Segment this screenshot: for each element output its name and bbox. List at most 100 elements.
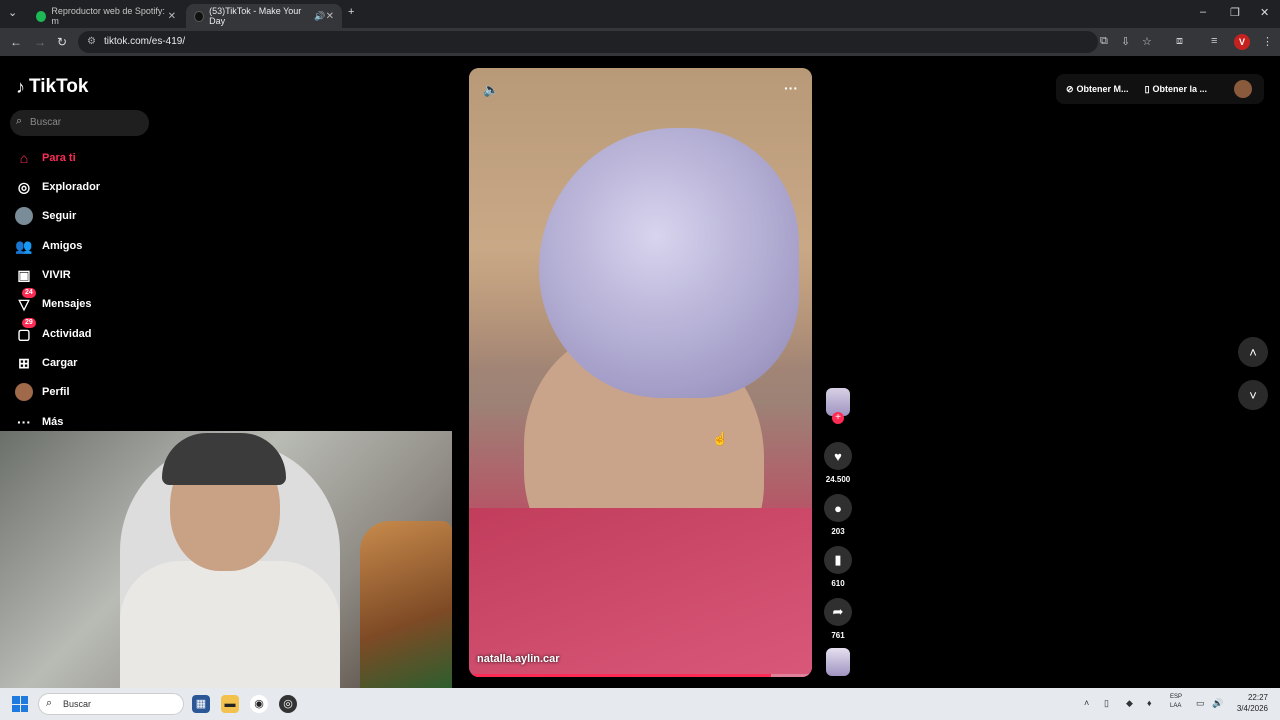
nav-label: Perfil bbox=[42, 386, 70, 398]
next-video-button[interactable]: ˅ bbox=[1238, 380, 1268, 410]
browser-tab-bar: ⌄ Reproductor web de Spotify: m ✕ (53)Ti… bbox=[0, 0, 1280, 28]
spotify-icon bbox=[36, 10, 47, 22]
share-button[interactable]: ➦ 761 bbox=[823, 598, 853, 640]
new-tab-icon[interactable]: + bbox=[348, 6, 354, 18]
coin-icon: ⊘ bbox=[1066, 83, 1074, 94]
search-icon: ⌕ bbox=[16, 115, 23, 127]
heart-icon: ♥ bbox=[824, 442, 852, 470]
volume-tray-icon[interactable]: 🔊 bbox=[1212, 698, 1223, 709]
nav-vivir[interactable]: ▣ VIVIR bbox=[14, 264, 71, 286]
os-taskbar: ⌕ Buscar ▦ ▬ ◉ ◎ ˄ ▯ ◆ ♦ ESP LAA ▭ 🔊 22:… bbox=[0, 688, 1280, 720]
window-close-icon[interactable]: ✕ bbox=[1260, 6, 1269, 19]
obs-icon[interactable]: ◎ bbox=[279, 695, 297, 713]
taskbar-search[interactable]: ⌕ Buscar bbox=[38, 693, 184, 715]
bookmark-star-icon[interactable]: ☆ bbox=[1142, 35, 1152, 48]
chrome-icon[interactable]: ◉ bbox=[250, 695, 268, 713]
messages-icon: ▽ 24 bbox=[14, 288, 36, 314]
activity-icon: ▢ 29 bbox=[14, 318, 36, 344]
network-icon[interactable]: ▭ bbox=[1196, 698, 1205, 709]
page-viewport: ♪ TikTok ⌕ Buscar ⌂ Para ti ◎ Explorador… bbox=[0, 56, 1280, 688]
following-avatar-icon bbox=[14, 206, 34, 226]
get-app-button[interactable]: ▯ Obtener la ... bbox=[1145, 84, 1207, 95]
translate-icon[interactable]: ⧉ bbox=[1100, 35, 1108, 48]
video-options-icon[interactable]: ··· bbox=[784, 80, 798, 96]
close-tab-icon[interactable]: ✕ bbox=[326, 11, 334, 22]
nav-explorador[interactable]: ◎ Explorador bbox=[14, 176, 100, 198]
reload-icon[interactable]: ↻ bbox=[57, 35, 67, 49]
tray-expand-icon[interactable]: ˄ bbox=[1084, 698, 1089, 708]
extensions-icon[interactable]: ⧈ bbox=[1176, 35, 1183, 48]
usb-icon[interactable]: ▯ bbox=[1104, 698, 1109, 709]
nav-mensajes[interactable]: ▽ 24 Mensajes bbox=[14, 288, 92, 315]
nav-label: Seguir bbox=[42, 210, 77, 222]
tab-label: Reproductor web de Spotify: m bbox=[51, 6, 165, 26]
comment-icon: ● bbox=[824, 494, 852, 522]
nav-perfil[interactable]: Perfil bbox=[14, 381, 70, 403]
bookmark-icon: ▮ bbox=[824, 546, 852, 574]
video-player[interactable]: 🔈 ··· natalla.aylin.car bbox=[469, 68, 812, 677]
forward-icon[interactable]: → bbox=[34, 35, 46, 49]
nav-mas[interactable]: ··· Más bbox=[14, 411, 63, 433]
volume-icon[interactable]: 🔈 bbox=[483, 82, 499, 98]
previous-video-button[interactable]: ˄ bbox=[1238, 337, 1268, 367]
search-placeholder: Buscar bbox=[30, 117, 62, 128]
omnibox[interactable]: ⚙ tiktok.com/es-419/ bbox=[78, 31, 1098, 53]
phone-icon: ▯ bbox=[1144, 83, 1150, 94]
tab-tiktok[interactable]: (53)TikTok - Make Your Day 🔊 ✕ bbox=[186, 4, 342, 28]
browser-menu-icon[interactable]: ⋮ bbox=[1262, 35, 1273, 48]
comment-button[interactable]: ● 203 bbox=[823, 494, 853, 536]
maximize-icon[interactable]: ❐ bbox=[1230, 6, 1240, 19]
save-count: 610 bbox=[831, 579, 845, 588]
user-avatar[interactable] bbox=[1234, 80, 1252, 98]
back-icon[interactable]: ← bbox=[10, 35, 22, 49]
nav-label: Más bbox=[42, 416, 64, 428]
nav-seguir[interactable]: Seguir bbox=[14, 205, 76, 227]
hand-cursor-icon: ☝ bbox=[712, 431, 729, 446]
nav-para-ti[interactable]: ⌂ Para ti bbox=[14, 147, 76, 169]
install-app-icon[interactable]: ⇩ bbox=[1121, 35, 1130, 48]
share-icon: ➦ bbox=[824, 598, 852, 626]
chevron-up-icon: ˄ bbox=[1249, 344, 1257, 360]
nav-amigos[interactable]: 👥 Amigos bbox=[14, 235, 82, 257]
search-icon: ⌕ bbox=[46, 697, 53, 709]
follow-plus-icon[interactable]: + bbox=[832, 412, 844, 424]
nav-label: Para ti bbox=[42, 152, 76, 164]
url-text[interactable]: tiktok.com/es-419/ bbox=[104, 36, 185, 47]
system-clock[interactable]: 22:27 3/4/2026 bbox=[1234, 692, 1268, 714]
nav-cargar[interactable]: ⊞ Cargar bbox=[14, 352, 77, 374]
video-username[interactable]: natalla.aylin.car bbox=[477, 653, 560, 665]
tiktok-favicon-icon bbox=[194, 10, 205, 22]
tiktok-logo[interactable]: ♪ TikTok bbox=[16, 76, 88, 98]
input-language[interactable]: ESP LAA bbox=[1170, 693, 1182, 711]
friends-icon: 👥 bbox=[15, 237, 33, 254]
nav-label: Explorador bbox=[42, 181, 101, 193]
nav-label: VIVIR bbox=[42, 269, 71, 281]
app-tray-icon[interactable]: ◆ bbox=[1126, 698, 1133, 709]
top-right-actions: ⊘ Obtener M... ▯ Obtener la ... bbox=[1056, 74, 1264, 104]
site-info-icon[interactable]: ⚙ bbox=[87, 36, 96, 47]
search-input[interactable]: ⌕ Buscar bbox=[10, 110, 149, 136]
home-icon: ⌂ bbox=[19, 150, 29, 166]
task-view-icon[interactable]: ▦ bbox=[192, 695, 210, 713]
browser-profile-avatar[interactable]: V bbox=[1234, 34, 1250, 50]
nav-actividad[interactable]: ▢ 29 Actividad bbox=[14, 318, 92, 345]
tab-spotify[interactable]: Reproductor web de Spotify: m ✕ bbox=[28, 4, 184, 28]
mic-icon[interactable]: ♦ bbox=[1147, 698, 1152, 708]
media-control-icon[interactable]: ≡ bbox=[1211, 35, 1217, 47]
minimize-icon[interactable]: – bbox=[1200, 6, 1206, 18]
messages-badge: 24 bbox=[22, 288, 36, 298]
close-tab-icon[interactable]: ✕ bbox=[168, 11, 176, 22]
file-explorer-icon[interactable]: ▬ bbox=[221, 695, 239, 713]
like-button[interactable]: ♥ 24.500 bbox=[823, 442, 853, 484]
save-button[interactable]: ▮ 610 bbox=[823, 546, 853, 588]
tab-list-icon[interactable]: ⌄ bbox=[8, 6, 17, 19]
chevron-down-icon: ˅ bbox=[1249, 387, 1257, 403]
windows-start-icon[interactable] bbox=[12, 696, 28, 712]
music-disc-icon[interactable] bbox=[826, 648, 850, 676]
get-coins-button[interactable]: ⊘ Obtener M... bbox=[1066, 84, 1129, 95]
streamer-figure bbox=[120, 433, 340, 688]
address-bar-row: ← → ↻ ⚙ tiktok.com/es-419/ ⧉ ⇩ ☆ ⧈ ≡ V ⋮ bbox=[0, 28, 1280, 56]
tab-audio-icon[interactable]: 🔊 bbox=[314, 11, 325, 22]
logo-text: TikTok bbox=[29, 76, 89, 97]
video-progress-bar[interactable] bbox=[469, 674, 812, 677]
